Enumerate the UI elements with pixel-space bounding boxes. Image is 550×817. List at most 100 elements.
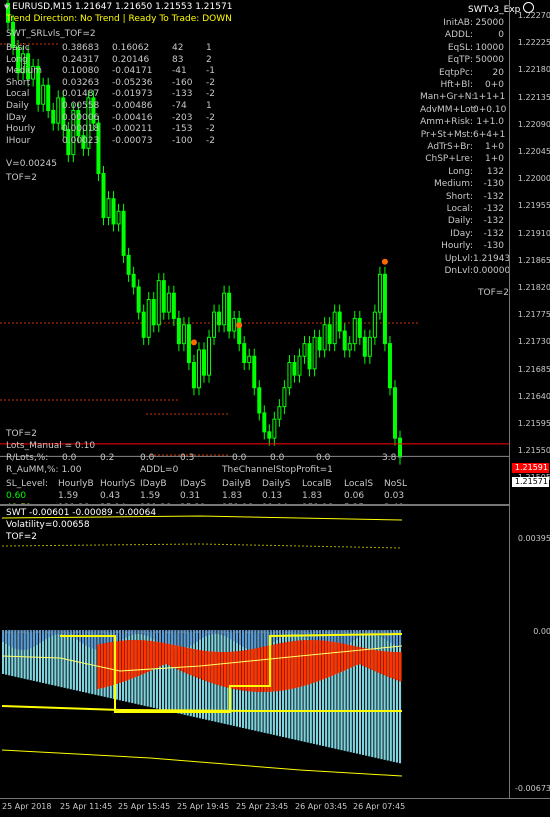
candle-body bbox=[322, 324, 327, 351]
histogram-bar bbox=[235, 651, 239, 690]
levels-cell: Short bbox=[6, 77, 31, 88]
sl-cell: 0.13 bbox=[262, 491, 283, 501]
sl-cell: 0.31 bbox=[180, 491, 201, 501]
sl-cell: 1.83 bbox=[302, 491, 323, 501]
candle-body bbox=[51, 110, 56, 124]
sl-cell: 0.60 bbox=[6, 491, 27, 501]
addl-label: ADDL=0 bbox=[140, 465, 179, 475]
stats-value: -130 bbox=[483, 241, 504, 252]
histogram-bar bbox=[115, 641, 119, 684]
levels-cell: -74 bbox=[172, 101, 187, 111]
ask-price-box: 1.21571 bbox=[512, 477, 549, 487]
time-tick: 25 Apr 19:45 bbox=[177, 802, 230, 811]
histogram-bar bbox=[226, 630, 229, 638]
indicator-title: SWT -0.00601 -0.00089 -0.00064 bbox=[6, 508, 157, 518]
histogram-bar bbox=[328, 641, 331, 678]
histogram-bar bbox=[232, 651, 236, 690]
stats-key: Medium: bbox=[433, 179, 473, 190]
histogram-bar bbox=[125, 630, 128, 638]
histogram-bar bbox=[195, 649, 199, 678]
histogram-bar bbox=[371, 649, 374, 671]
rlots-value: 3.8 bbox=[382, 453, 397, 463]
aumm-label: R_AuMM,%: 1.00 bbox=[6, 465, 82, 475]
candle-body bbox=[136, 286, 141, 313]
histogram-bar bbox=[63, 632, 66, 688]
histogram-bar bbox=[300, 640, 304, 687]
price-tick: 1.21775 bbox=[517, 310, 550, 320]
stats-value: 1+0 bbox=[485, 154, 504, 165]
candle-body bbox=[176, 317, 181, 345]
histogram-bar bbox=[398, 632, 402, 764]
sl-header: SL_Level: bbox=[6, 479, 49, 489]
stats-row: EqTP: 50000 bbox=[420, 54, 504, 66]
candle-body bbox=[307, 343, 312, 370]
price-tick: 1.22225 bbox=[517, 38, 550, 48]
levels-cell: Hourly bbox=[6, 124, 36, 135]
histogram-bar bbox=[103, 643, 107, 688]
candle-body bbox=[222, 292, 227, 326]
candle-body bbox=[332, 311, 337, 345]
bottom-tof: TOF=2 bbox=[6, 429, 38, 439]
histogram-bar bbox=[362, 647, 365, 666]
candle-body bbox=[151, 299, 156, 326]
histogram-bar bbox=[174, 645, 177, 669]
histogram-bar bbox=[392, 632, 395, 762]
levels-cell: 0.00018 bbox=[62, 124, 100, 135]
histogram-bar bbox=[278, 643, 282, 691]
histogram-bar bbox=[128, 630, 131, 637]
histogram-bar bbox=[355, 646, 359, 665]
stats-key: Long: bbox=[448, 166, 473, 177]
stats-value: -132 bbox=[483, 216, 504, 227]
candle-body bbox=[362, 336, 367, 357]
price-tick: 1.21685 bbox=[517, 364, 550, 374]
stats-value: 6+4+1 bbox=[473, 129, 506, 140]
histogram-bar bbox=[186, 630, 189, 648]
levels-cell: -160 bbox=[172, 77, 193, 88]
price-tick: 1.22135 bbox=[517, 92, 550, 102]
candle-body bbox=[116, 210, 121, 225]
stats-value: 1+1.0 bbox=[476, 117, 504, 128]
candle-body bbox=[387, 343, 392, 389]
stats-key: Pr+St+Mst: bbox=[420, 129, 473, 140]
candle-body bbox=[262, 412, 267, 433]
histogram-bar bbox=[395, 632, 398, 763]
histogram-bar bbox=[285, 642, 288, 690]
levels-tof: TOF=2 bbox=[6, 173, 38, 183]
price-tick: 1.21865 bbox=[517, 255, 550, 265]
symbol-info: EURUSD,M15 1.21647 1.21650 1.21553 1.215… bbox=[12, 2, 233, 12]
histogram-bar bbox=[322, 640, 325, 680]
sl-header: IDayB bbox=[140, 479, 167, 489]
stats-row: Hourly: -130 bbox=[420, 240, 504, 252]
histogram-bar bbox=[208, 630, 211, 636]
stats-key: EqSL: bbox=[447, 42, 473, 53]
histogram-bar bbox=[220, 651, 224, 687]
histogram-bar bbox=[229, 630, 232, 640]
rlots-value: 0.0 bbox=[232, 453, 247, 463]
price-axis[interactable]: 1.22270 1.22225 1.22180 1.22135 1.22090 1.220… bbox=[509, 0, 550, 798]
stats-value: 1.21943 bbox=[473, 253, 511, 264]
histogram-bar bbox=[51, 632, 54, 686]
candle-body bbox=[352, 317, 357, 345]
levels-cell: 0.20146 bbox=[112, 54, 150, 65]
candle-body bbox=[171, 292, 176, 319]
histogram-bar bbox=[202, 630, 205, 638]
sl-cell: 0.06 bbox=[344, 491, 365, 501]
histogram-bar bbox=[288, 630, 291, 635]
candle-body bbox=[156, 280, 161, 326]
histogram-bar bbox=[57, 632, 60, 687]
sl-cell: 1.83 bbox=[222, 491, 243, 501]
stats-key: IDay: bbox=[450, 228, 473, 239]
candle-body bbox=[382, 273, 387, 345]
rlots-value: 0.2 bbox=[100, 453, 115, 463]
histogram-bar bbox=[94, 630, 97, 650]
histogram-bar bbox=[131, 640, 134, 679]
stats-value: -132 bbox=[483, 204, 504, 214]
candle-body bbox=[272, 418, 277, 439]
candle-body bbox=[196, 349, 201, 389]
levels-title: SWT_SRLvls_TOF=2 bbox=[6, 29, 96, 39]
stats-tof: TOF=2 bbox=[478, 288, 510, 298]
sl-cell: 0.43 bbox=[100, 491, 121, 501]
histogram-bar bbox=[245, 650, 248, 692]
rlots-value: 0.0 bbox=[62, 453, 77, 463]
indicator-chart[interactable] bbox=[0, 506, 509, 798]
